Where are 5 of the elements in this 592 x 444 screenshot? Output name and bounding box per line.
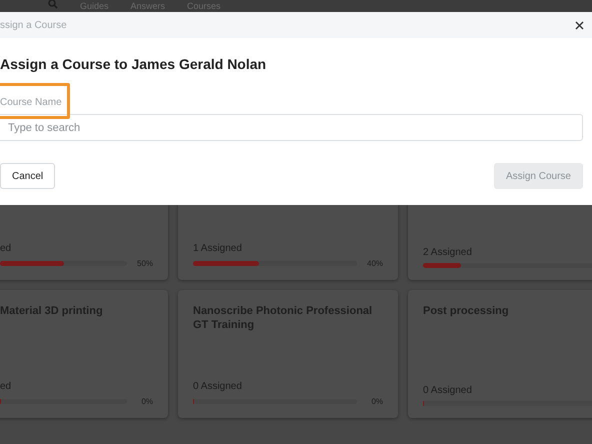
dialog-heading: Assign a Course to James Gerald Nolan [0, 56, 268, 72]
dialog-header-title: ssign a Course [0, 20, 67, 30]
search-field[interactable]: Type to search [0, 114, 583, 141]
cancel-button[interactable]: Cancel [0, 163, 56, 189]
field-label: Course Name [0, 96, 62, 108]
